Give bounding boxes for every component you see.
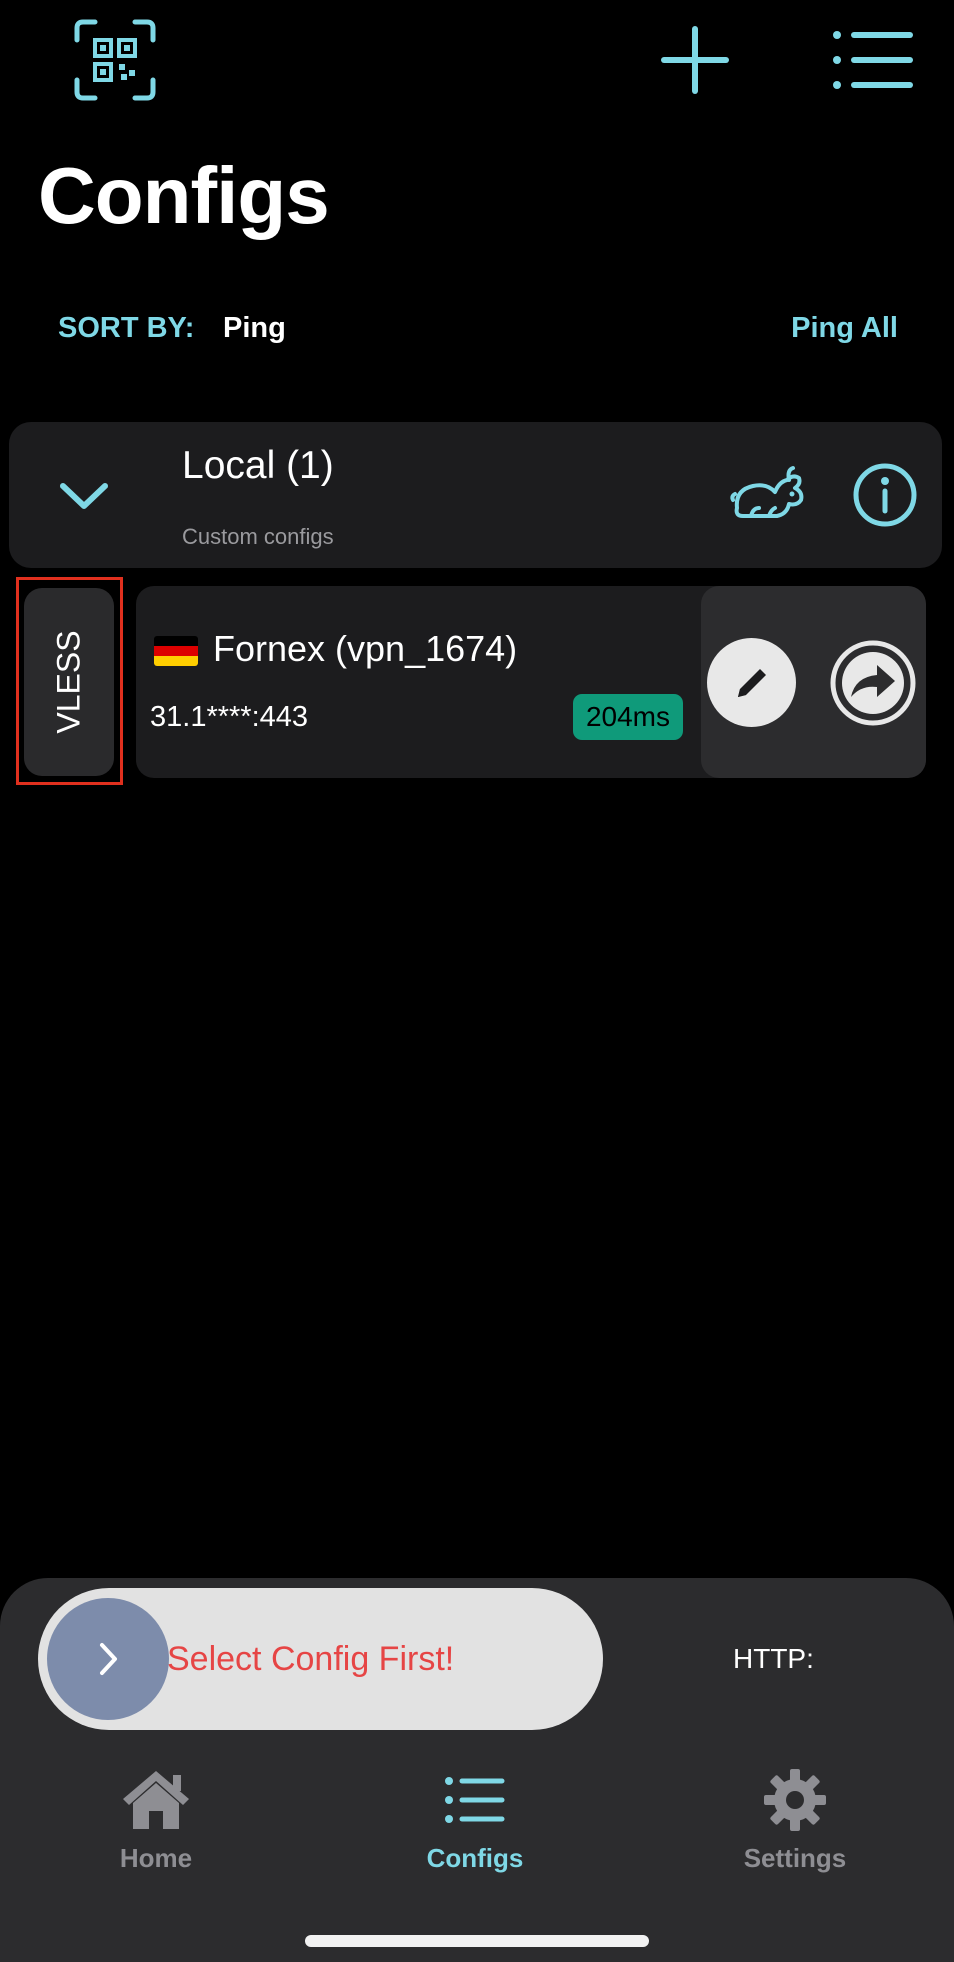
tab-settings-label: Settings bbox=[743, 1843, 847, 1873]
http-label: HTTP: bbox=[733, 1643, 814, 1674]
list-icon bbox=[445, 1777, 505, 1823]
config-actions bbox=[701, 586, 926, 778]
add-config-button[interactable] bbox=[655, 20, 735, 100]
rabbit-icon[interactable] bbox=[729, 464, 805, 526]
pencil-icon bbox=[737, 668, 766, 697]
share-arrow-icon bbox=[830, 640, 916, 726]
sort-row: SORT BY: Ping Ping All bbox=[58, 312, 898, 352]
tab-home[interactable]: Home bbox=[56, 1765, 256, 1885]
menu-list-icon bbox=[832, 31, 913, 89]
tab-bar: Home Configs Settings bbox=[0, 1765, 954, 1885]
config-name: Fornex (vpn_1674) bbox=[213, 628, 518, 669]
chevron-right-icon bbox=[100, 1643, 117, 1675]
tab-configs[interactable]: Configs bbox=[375, 1765, 575, 1885]
ping-badge: 204ms bbox=[573, 694, 683, 740]
tab-configs-label: Configs bbox=[426, 1843, 524, 1873]
share-button[interactable] bbox=[829, 639, 917, 727]
slider-knob[interactable] bbox=[47, 1598, 169, 1720]
highlight-box bbox=[16, 577, 123, 785]
config-item[interactable]: Fornex (vpn_1674) 31.1****:443 204ms bbox=[136, 586, 926, 778]
tab-home-label: Home bbox=[119, 1843, 193, 1873]
menu-button[interactable] bbox=[825, 20, 920, 100]
info-icon[interactable] bbox=[852, 462, 918, 528]
config-group-local[interactable]: Local (1) Custom configs bbox=[9, 422, 942, 568]
sort-by-value[interactable]: Ping bbox=[223, 312, 286, 345]
plus-icon bbox=[661, 26, 729, 94]
gear-icon bbox=[764, 1769, 826, 1831]
house-icon bbox=[123, 1771, 189, 1829]
qr-scan-button[interactable] bbox=[70, 15, 160, 105]
group-subtitle: Custom configs bbox=[182, 524, 334, 549]
page-title: Configs bbox=[38, 151, 330, 240]
tab-settings[interactable]: Settings bbox=[695, 1765, 895, 1885]
top-bar bbox=[0, 0, 954, 120]
qr-scan-icon bbox=[74, 19, 156, 101]
home-indicator bbox=[305, 1935, 649, 1947]
config-address: 31.1****:443 bbox=[150, 701, 309, 733]
chevron-down-icon[interactable] bbox=[49, 470, 119, 520]
edit-button[interactable] bbox=[707, 638, 796, 727]
ping-all-button[interactable]: Ping All bbox=[791, 312, 898, 345]
sort-by-label: SORT BY: bbox=[58, 312, 195, 344]
connect-status-text: Select Config First! bbox=[167, 1640, 455, 1678]
group-title: Local (1) bbox=[182, 444, 334, 487]
germany-flag-icon bbox=[154, 636, 198, 666]
